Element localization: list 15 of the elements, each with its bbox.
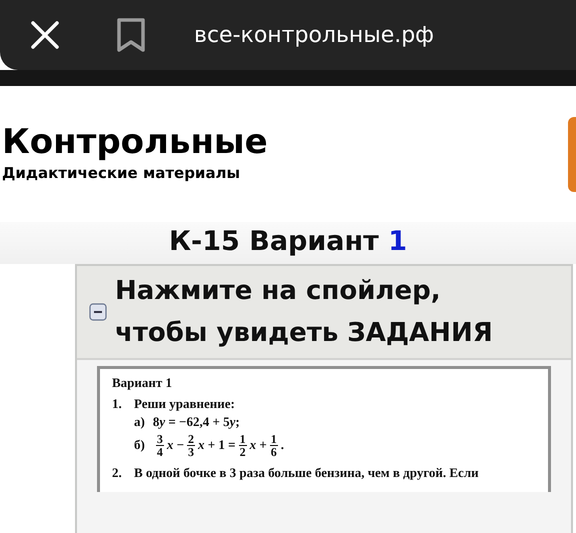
close-icon[interactable] <box>30 20 60 50</box>
page-heading: К-15 Вариант 1 <box>168 225 407 259</box>
task-number: 1. <box>112 396 123 413</box>
menu-tab[interactable] <box>568 116 576 192</box>
task-number: 2. <box>112 464 123 482</box>
site-title[interactable]: Контрольные <box>2 123 268 162</box>
equation: а) 8y = −62,4 + 5y; <box>134 414 241 431</box>
collapse-icon[interactable] <box>89 303 107 321</box>
document-title: Вариант 1 <box>112 375 174 392</box>
site-subtitle: Дидактические материалы <box>2 163 242 184</box>
task-text: В одной бочке в 3 раза больше бензина, чем в другой. Если <box>134 464 479 482</box>
task-text: Реши уравнение: <box>134 396 236 413</box>
bookmark-icon[interactable] <box>116 17 146 53</box>
url-text[interactable]: все-контрольные.рф <box>194 18 434 52</box>
spoiler-toggle[interactable]: Нажмите на спойлер, чтобы увидеть ЗАДАНИЯ <box>115 270 493 354</box>
